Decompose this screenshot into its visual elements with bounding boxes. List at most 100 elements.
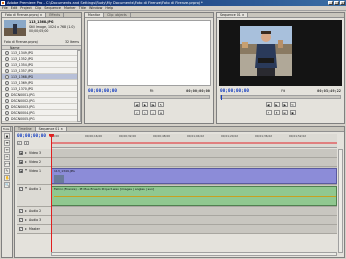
marker-icon[interactable]: ▾ bbox=[24, 141, 29, 145]
expand-arrow-icon[interactable] bbox=[25, 152, 27, 154]
snap-icon[interactable]: ∩ bbox=[17, 141, 22, 145]
export-frame-icon[interactable]: ▣ bbox=[289, 109, 296, 115]
lift-icon[interactable]: ⇡ bbox=[265, 109, 272, 115]
track-header-master[interactable]: ♪ Master bbox=[17, 225, 51, 234]
track-lane-audio-1[interactable]: Fellini (Firenze) - Pt Mus Ensem Project… bbox=[51, 185, 337, 207]
work-area-bar[interactable] bbox=[51, 142, 337, 144]
expand-arrow-icon[interactable] bbox=[25, 228, 27, 230]
menu-sequence[interactable]: Sequence bbox=[44, 6, 61, 10]
project-item-list: 113_1349.JPG 113_1352.JPG 113_1354.JPG 1… bbox=[2, 50, 81, 122]
collapse-arrow-icon[interactable] bbox=[25, 169, 27, 171]
step-forward-icon[interactable]: |▶ bbox=[281, 101, 288, 107]
track-header-audio-2[interactable]: ♪ Audio 2 bbox=[17, 207, 51, 216]
zoom-tool-icon[interactable]: 🔍 bbox=[4, 182, 10, 188]
selection-tool-icon[interactable]: ▲ bbox=[4, 133, 10, 139]
extract-icon[interactable]: ⇞ bbox=[273, 109, 280, 115]
track-lane-video-3[interactable] bbox=[51, 149, 337, 158]
slip-tool-icon[interactable]: ⟷ bbox=[4, 161, 10, 167]
ruler-label: 00;00;48;00 bbox=[153, 134, 171, 138]
collapse-arrow-icon[interactable] bbox=[25, 187, 27, 189]
source-time-ruler[interactable] bbox=[88, 95, 210, 99]
menu-edit[interactable]: Edit bbox=[11, 6, 18, 10]
timeline-vertical-scrollbar[interactable] bbox=[338, 149, 343, 253]
menu-marker[interactable]: Marker bbox=[64, 6, 76, 10]
track-lane-audio-3[interactable] bbox=[51, 216, 337, 225]
selected-clip-info-2: 00;00;05;00 bbox=[29, 29, 49, 33]
menu-clip[interactable]: Clip bbox=[35, 6, 41, 10]
maximize-button[interactable]: □ bbox=[334, 1, 339, 5]
overlay-icon[interactable]: ⇊ bbox=[158, 109, 164, 115]
speaker-icon[interactable]: ♪ bbox=[19, 209, 23, 213]
program-timecode-in[interactable]: 00;00;00;00 bbox=[220, 89, 249, 94]
source-timecode-in[interactable]: 00;00;00;00 bbox=[88, 89, 117, 94]
program-fit-dropdown[interactable]: Fit bbox=[281, 89, 285, 93]
timeline-timecode-area: 00;00;00;00 ∩ ▾ bbox=[17, 134, 51, 148]
pen-tool-icon[interactable]: ✎ bbox=[4, 168, 10, 174]
speaker-icon[interactable]: ♪ bbox=[19, 227, 23, 231]
close-button[interactable]: × bbox=[340, 1, 345, 5]
step-back-icon[interactable]: ◀| bbox=[134, 101, 140, 107]
track-header-video-1[interactable]: ◉ Video 1 bbox=[17, 167, 51, 185]
timeline-playhead[interactable] bbox=[51, 134, 52, 253]
tab-project[interactable]: Foto di Firenze.prproj × bbox=[2, 13, 47, 17]
hand-tool-icon[interactable]: ✋ bbox=[4, 175, 10, 181]
tab-sequence-01[interactable]: Sequence 01 × bbox=[217, 13, 249, 17]
ripple-edit-tool-icon[interactable]: ↔ bbox=[4, 147, 10, 153]
track-header-audio-1[interactable]: ♪ Audio 1 bbox=[17, 185, 51, 207]
video-clip[interactable]: 113_1349.JPG bbox=[51, 168, 337, 184]
play-icon[interactable]: ▶ bbox=[273, 101, 280, 107]
step-back-icon[interactable]: ◀| bbox=[265, 101, 272, 107]
expand-arrow-icon[interactable] bbox=[25, 210, 27, 212]
timeline-horizontal-scrollbar[interactable] bbox=[51, 252, 337, 256]
tab-clip-objects[interactable]: Clip: objects bbox=[104, 13, 131, 17]
ruler-label: 00;00;16;00 bbox=[85, 134, 103, 138]
audio-volume-line[interactable] bbox=[54, 196, 336, 197]
tab-effects[interactable]: Effects bbox=[46, 13, 65, 17]
eye-icon[interactable]: ◉ bbox=[19, 151, 23, 155]
menu-project[interactable]: Project bbox=[20, 6, 32, 10]
speaker-icon[interactable]: ♪ bbox=[19, 187, 23, 191]
list-item[interactable]: DSCN0005.JPG bbox=[2, 116, 81, 122]
track-header-video-2[interactable]: ◉ Video 2 bbox=[17, 158, 51, 167]
track-lane-video-2[interactable] bbox=[51, 158, 337, 167]
tab-sequence-01[interactable]: Sequence 01 × bbox=[35, 127, 68, 131]
mark-in-icon[interactable]: { bbox=[134, 109, 140, 115]
eye-icon[interactable]: ◉ bbox=[19, 160, 23, 164]
timeline-timecode[interactable]: 00;00;00;00 bbox=[17, 134, 51, 139]
step-forward-icon[interactable]: |▶ bbox=[150, 101, 156, 107]
tab-monitor[interactable]: Monitor bbox=[85, 13, 105, 17]
menu-window[interactable]: Window bbox=[89, 6, 102, 10]
program-playhead[interactable] bbox=[221, 95, 222, 100]
expand-arrow-icon[interactable] bbox=[25, 219, 27, 221]
playhead-handle-icon[interactable] bbox=[49, 134, 54, 137]
track-lane-audio-2[interactable] bbox=[51, 207, 337, 216]
loop-icon[interactable]: ↻ bbox=[158, 101, 164, 107]
items-count: 32 Items bbox=[65, 40, 79, 44]
track-lane-video-1[interactable]: 113_1349.JPG bbox=[51, 167, 337, 185]
premiere-app-icon bbox=[1, 1, 5, 5]
project-list-scrollbar[interactable] bbox=[77, 50, 81, 122]
play-icon[interactable]: ▶ bbox=[142, 101, 148, 107]
insert-icon[interactable]: ⤓ bbox=[150, 109, 156, 115]
mark-out-icon[interactable]: } bbox=[142, 109, 148, 115]
program-time-ruler[interactable] bbox=[220, 95, 341, 100]
menu-help[interactable]: Help bbox=[105, 6, 113, 10]
razor-tool-icon[interactable]: ✂ bbox=[4, 154, 10, 160]
expand-arrow-icon[interactable] bbox=[25, 161, 27, 163]
loop-icon[interactable]: ↻ bbox=[289, 101, 296, 107]
timeline-ruler[interactable]: 00;00 00;00;16;00 00;00;32;00 00;00;48;0… bbox=[51, 134, 337, 148]
speaker-icon[interactable]: ♪ bbox=[19, 218, 23, 222]
track-header-video-3[interactable]: ◉ Video 3 bbox=[17, 149, 51, 158]
track-select-tool-icon[interactable]: ⇹ bbox=[4, 140, 10, 146]
menu-title[interactable]: Title bbox=[79, 6, 86, 10]
track-lane-master[interactable] bbox=[51, 225, 337, 234]
eye-icon[interactable]: ◉ bbox=[19, 169, 23, 173]
trim-icon[interactable]: ⊞ bbox=[281, 109, 288, 115]
menu-file[interactable]: File bbox=[2, 6, 8, 10]
tab-timeline[interactable]: Timeline bbox=[15, 127, 36, 131]
source-fit-dropdown[interactable]: Fit bbox=[150, 89, 154, 93]
track-header-audio-3[interactable]: ♪ Audio 3 bbox=[17, 216, 51, 225]
minimize-button[interactable]: _ bbox=[328, 1, 333, 5]
tab-tools[interactable]: Tools bbox=[2, 127, 12, 131]
audio-clip[interactable]: Fellini (Firenze) - Pt Mus Ensem Project… bbox=[51, 186, 337, 206]
